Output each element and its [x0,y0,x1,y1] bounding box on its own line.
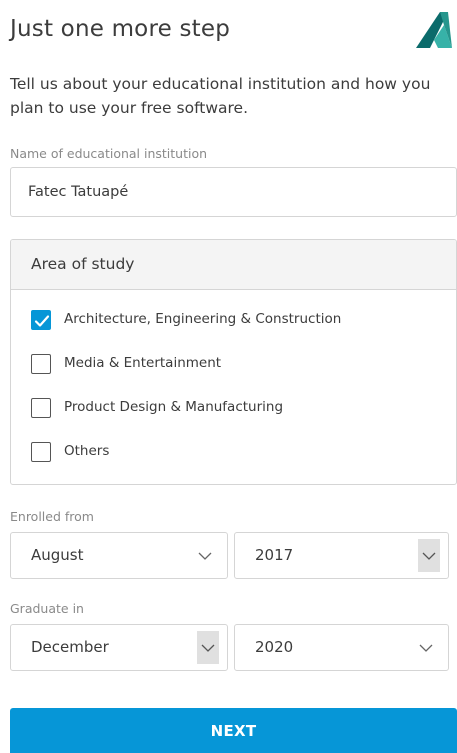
chevron-down-icon[interactable] [183,533,227,578]
institution-label: Name of educational institution [10,146,208,161]
checkbox-unchecked[interactable] [31,442,51,462]
area-of-study-heading: Area of study [11,240,456,290]
chevron-down-icon[interactable] [197,631,219,664]
enrolled-year-value: 2017 [255,546,294,564]
area-of-study-group: Area of study Architecture, Engineering … [10,239,457,485]
option-label: Architecture, Engineering & Construction [64,311,342,327]
enrolled-year-select[interactable]: 2017 [234,532,449,579]
next-button[interactable]: NEXT [10,708,457,753]
graduate-month-select[interactable]: December [10,624,228,671]
option-label: Others [64,443,110,459]
page-title: Just one more step [10,16,231,42]
option-label: Media & Entertainment [64,355,222,371]
enrolled-month-select[interactable]: August [10,532,228,579]
header: Just one more step [10,10,457,54]
autodesk-logo-icon [416,12,452,48]
enrolled-month-value: August [31,546,84,564]
checkbox-unchecked[interactable] [31,354,51,374]
option-label: Product Design & Manufacturing [64,399,284,415]
intro-text: Tell us about your educational instituti… [10,75,431,117]
graduate-year-value: 2020 [255,638,294,656]
graduate-in-label: Graduate in [10,601,84,616]
graduate-year-select[interactable]: 2020 [234,624,449,671]
chevron-down-icon[interactable] [404,625,448,670]
chevron-down-icon[interactable] [418,539,440,572]
checkmark-icon [34,315,50,327]
checkbox-checked[interactable] [31,310,51,330]
graduate-month-value: December [31,638,109,656]
institution-input[interactable] [10,167,457,217]
checkbox-unchecked[interactable] [31,398,51,418]
enrolled-from-label: Enrolled from [10,509,94,524]
